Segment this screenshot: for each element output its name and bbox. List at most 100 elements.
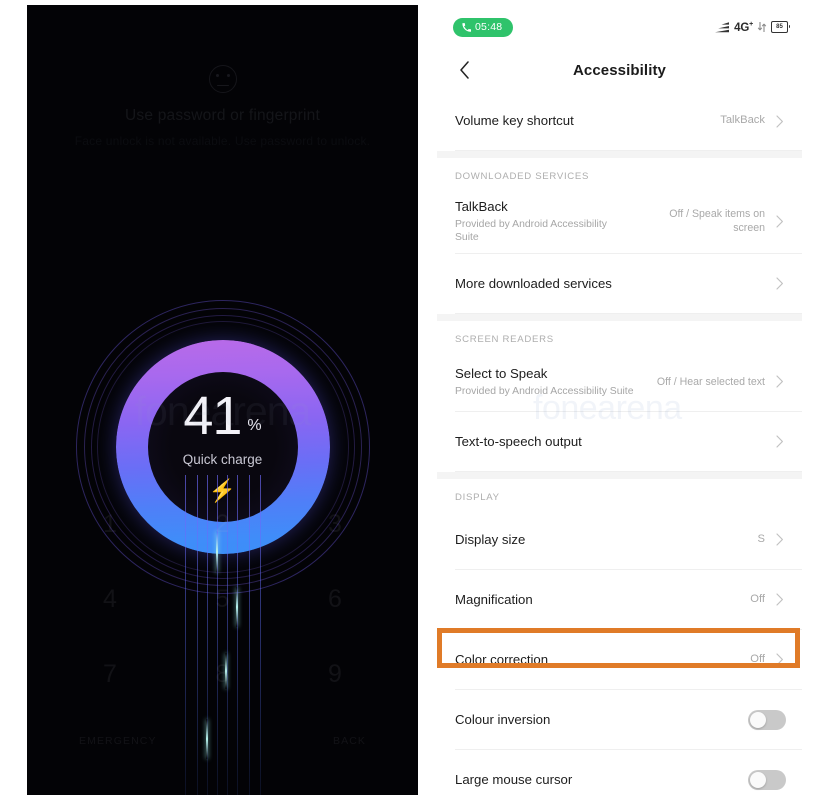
chevron-right-icon bbox=[774, 653, 786, 666]
row-title: Select to Speak bbox=[455, 366, 548, 382]
unlock-sub-hint-text: Face unlock is not available. Use passwo… bbox=[74, 134, 371, 148]
signal-bars-icon bbox=[715, 22, 730, 33]
lockscreen-charging-panel: Use password or fingerprint Face unlock … bbox=[27, 5, 418, 795]
row-text-block: Large mouse cursor bbox=[455, 771, 738, 789]
keypad-key-2[interactable]: 2 bbox=[188, 510, 258, 539]
phone-call-icon bbox=[462, 22, 471, 32]
back-button[interactable]: BACK bbox=[333, 735, 366, 747]
settings-row[interactable]: Large mouse cursor bbox=[437, 749, 802, 797]
toggle-knob bbox=[750, 771, 766, 788]
row-value: Off / Speak items on screen bbox=[669, 208, 765, 235]
battery-icon: 85 bbox=[771, 20, 791, 33]
row-text-block: Select to Speak Provided by Android Acces… bbox=[455, 365, 647, 398]
keypad-key-7[interactable]: 7 bbox=[75, 660, 145, 689]
back-arrow-glyph bbox=[459, 61, 469, 79]
settings-row[interactable]: Text-to-speech output bbox=[437, 411, 802, 472]
face-mouth-shape bbox=[216, 84, 229, 86]
row-text-block: Display size bbox=[455, 531, 748, 549]
lockscreen-unlock-hint-area: Use password or fingerprint Face unlock … bbox=[27, 5, 418, 205]
row-title: More downloaded services bbox=[455, 275, 612, 291]
row-title: Display size bbox=[455, 531, 526, 547]
row-title: Text-to-speech output bbox=[455, 433, 582, 449]
toggle-knob bbox=[750, 711, 766, 728]
keypad-row: 1 2 3 bbox=[75, 510, 370, 539]
row-text-block: Text-to-speech output bbox=[455, 433, 765, 451]
settings-row[interactable]: Color correction Off bbox=[437, 629, 802, 690]
settings-row[interactable]: Colour inversion bbox=[437, 689, 802, 750]
settings-row[interactable]: Display size S bbox=[437, 509, 802, 570]
row-text-block: Colour inversion bbox=[455, 711, 738, 729]
section-divider-band bbox=[437, 151, 802, 158]
back-chevron-icon[interactable] bbox=[453, 59, 475, 81]
row-separator bbox=[455, 312, 802, 314]
chevron-right-icon bbox=[774, 533, 786, 546]
row-toggle-switch[interactable] bbox=[748, 709, 786, 730]
keypad-key-9[interactable]: 9 bbox=[300, 660, 370, 689]
page-title: Accessibility bbox=[572, 61, 666, 79]
row-title: Colour inversion bbox=[455, 711, 551, 727]
keypad-row: 7 8 9 bbox=[75, 660, 370, 689]
keypad-key-4[interactable]: 4 bbox=[75, 585, 145, 614]
row-toggle-switch[interactable] bbox=[748, 769, 786, 790]
battery-level-text: 85 bbox=[776, 23, 783, 30]
network-type-label: 4G+ bbox=[734, 21, 753, 34]
lockscreen-watermark: fonearena bbox=[134, 388, 312, 434]
keypad-row: 4 5 6 bbox=[75, 585, 370, 614]
app-bar: Accessibility bbox=[437, 49, 802, 91]
row-title: Volume key shortcut bbox=[455, 113, 574, 129]
ongoing-call-pill[interactable]: 05:48 bbox=[453, 17, 514, 37]
row-title: Color correction bbox=[455, 651, 549, 667]
network-type-text: 4G bbox=[734, 21, 750, 34]
lockscreen-keypad[interactable]: 1 2 3 4 5 6 7 8 9 bbox=[27, 510, 418, 735]
row-text-block: Magnification bbox=[455, 591, 740, 609]
status-bar: 05:48 4G+ 85 bbox=[437, 5, 802, 49]
unlock-hint-text: Use password or fingerprint bbox=[125, 107, 320, 124]
keypad-key-6[interactable]: 6 bbox=[300, 585, 370, 614]
row-subtitle: Provided by Android Accessibility Suite bbox=[455, 218, 607, 244]
keypad-key-3[interactable]: 3 bbox=[300, 510, 370, 539]
quick-charge-label: Quick charge bbox=[182, 452, 263, 468]
section-header: SCREEN READERS bbox=[437, 320, 802, 352]
settings-row[interactable]: Magnification Off bbox=[437, 569, 802, 630]
keypad-key-5[interactable]: 5 bbox=[188, 585, 258, 614]
face-unlock-icon bbox=[208, 65, 237, 93]
section-divider-band bbox=[437, 313, 802, 321]
keypad-key-8[interactable]: 8 bbox=[188, 660, 258, 689]
row-value: Off bbox=[750, 653, 765, 666]
chevron-right-icon bbox=[774, 215, 786, 228]
lockscreen-bottom-actions: EMERGENCY BACK bbox=[27, 735, 418, 747]
emergency-button[interactable]: EMERGENCY bbox=[79, 735, 157, 747]
row-separator bbox=[455, 150, 802, 151]
section-header: DOWNLOADED SERVICES bbox=[437, 158, 802, 189]
row-title: Magnification bbox=[455, 591, 533, 607]
status-bar-icons: 4G+ 85 bbox=[715, 20, 791, 34]
row-title: Large mouse cursor bbox=[455, 771, 573, 787]
chevron-right-icon bbox=[774, 435, 786, 448]
settings-row[interactable]: TalkBack Provided by Android Accessibilit… bbox=[437, 189, 802, 254]
row-value: Off bbox=[750, 593, 765, 606]
section-divider-band bbox=[437, 471, 802, 479]
row-value: S bbox=[757, 533, 765, 546]
data-transfer-icon bbox=[757, 21, 767, 32]
row-separator bbox=[455, 470, 802, 472]
row-value: Off / Hear selected text bbox=[656, 375, 765, 388]
settings-row[interactable]: More downloaded services bbox=[437, 253, 802, 314]
row-subtitle: Provided by Android Accessibility Suite bbox=[455, 385, 634, 397]
settings-row[interactable]: Select to Speak Provided by Android Acces… bbox=[437, 351, 802, 412]
screenshot-root: Use password or fingerprint Face unlock … bbox=[0, 0, 822, 800]
section-header: DISPLAY bbox=[437, 478, 802, 510]
accessibility-settings-panel: 05:48 4G+ 85 Accessibility Volume key sh… bbox=[437, 5, 802, 797]
call-duration-text: 05:48 bbox=[475, 21, 503, 33]
row-value: TalkBack bbox=[720, 114, 765, 127]
row-text-block: Volume key shortcut bbox=[455, 112, 710, 130]
row-title: TalkBack bbox=[455, 199, 508, 214]
row-text-block: Color correction bbox=[455, 651, 740, 669]
settings-row[interactable]: Volume key shortcut TalkBack bbox=[437, 91, 802, 151]
row-text-block: More downloaded services bbox=[455, 275, 765, 293]
chevron-right-icon bbox=[774, 593, 786, 606]
keypad-key-1[interactable]: 1 bbox=[75, 510, 145, 539]
chevron-right-icon bbox=[774, 277, 786, 290]
settings-list: Volume key shortcut TalkBack DOWNLOADED SE… bbox=[437, 91, 802, 797]
network-plus-text: + bbox=[749, 20, 753, 28]
chevron-right-icon bbox=[774, 375, 786, 388]
